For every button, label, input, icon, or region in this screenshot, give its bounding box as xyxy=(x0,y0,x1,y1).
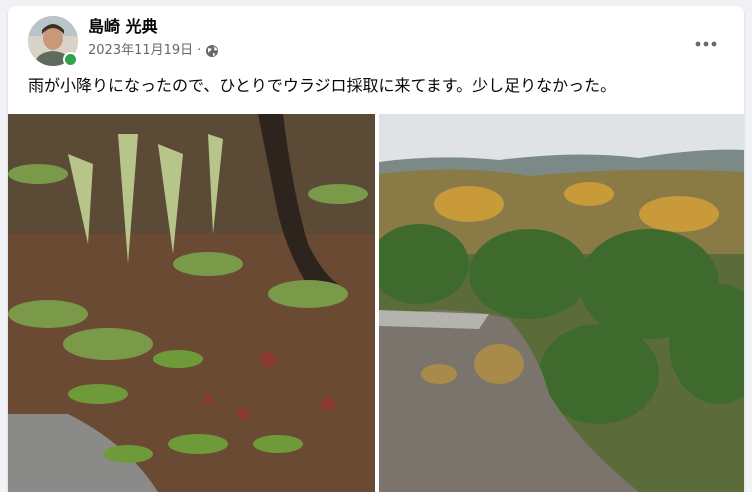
post-meta: 2023年11月19日 · xyxy=(88,42,219,60)
author-name[interactable]: 島崎 光典 xyxy=(88,16,158,38)
globe-icon[interactable] xyxy=(205,44,219,58)
more-options-button[interactable] xyxy=(688,26,724,62)
photo-grid xyxy=(8,114,744,492)
forest-floor-ferns-photo[interactable] xyxy=(8,114,375,492)
meta-separator: · xyxy=(197,43,202,58)
post-card: 島崎 光典 2023年11月19日 · 雨が小降りになったので、ひとりでウラジロ… xyxy=(8,6,744,492)
more-options-icon xyxy=(695,41,717,47)
post-header: 島崎 光典 2023年11月19日 · xyxy=(8,6,744,70)
mountain-forest-view-photo[interactable] xyxy=(379,114,744,492)
post-date[interactable]: 2023年11月19日 xyxy=(88,42,193,60)
online-status-indicator xyxy=(63,52,78,67)
post-text: 雨が小降りになったので、ひとりでウラジロ採取に来てます。少し足りなかった。 xyxy=(28,76,617,95)
